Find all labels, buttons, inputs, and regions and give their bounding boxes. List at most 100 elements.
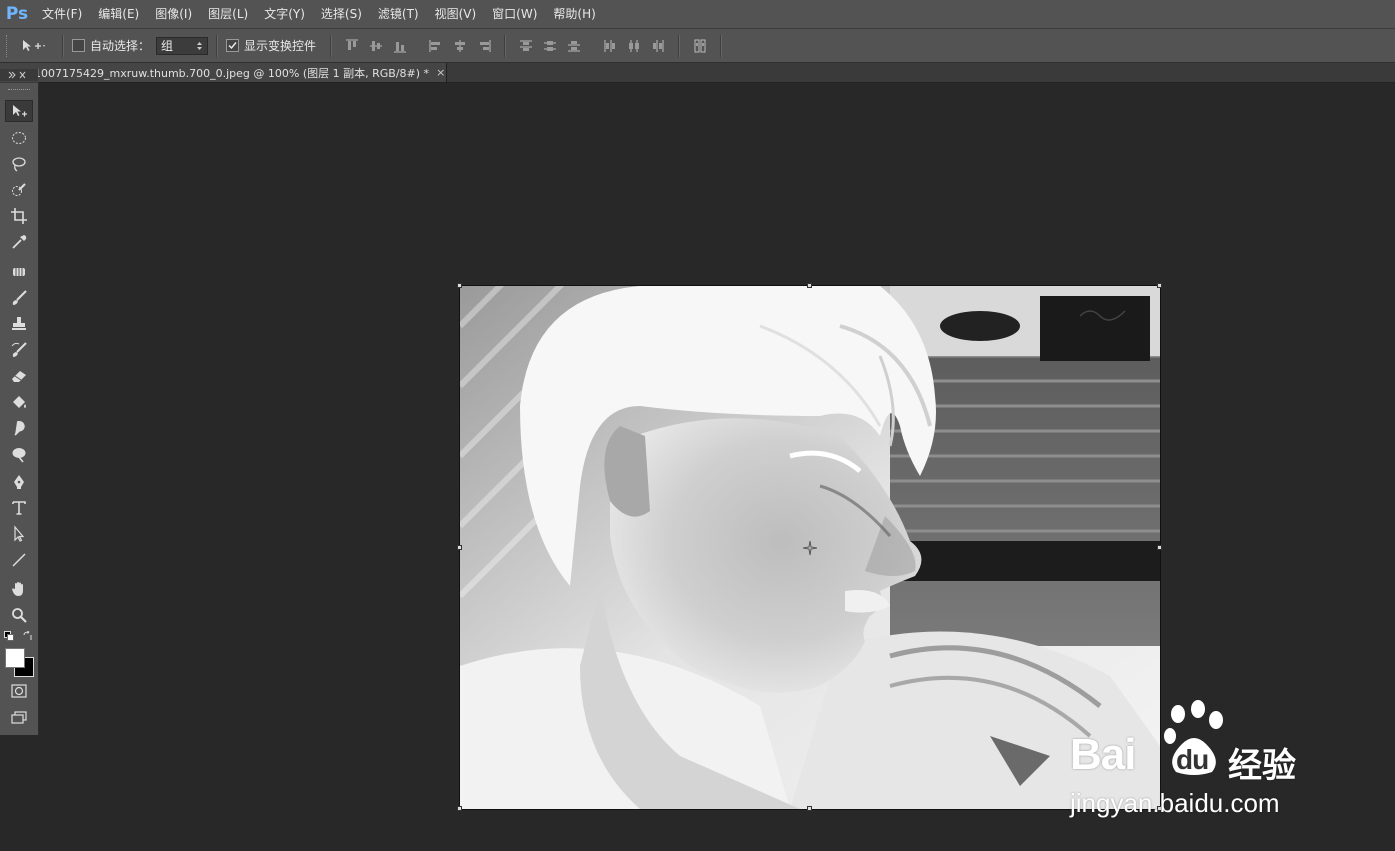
expand-panel-icon[interactable] — [8, 71, 26, 79]
menu-view[interactable]: 视图(V) — [427, 0, 485, 28]
options-bar-grip[interactable] — [6, 34, 10, 57]
paint-bucket-tool[interactable] — [5, 391, 33, 413]
zoom-icon — [12, 608, 27, 623]
toolbox-header[interactable] — [0, 69, 38, 81]
crop-icon — [11, 208, 27, 224]
menu-bar: Ps 文件(F) 编辑(E) 图像(I) 图层(L) 文字(Y) 选择(S) 滤… — [0, 0, 1395, 29]
align-top-icon[interactable] — [344, 38, 360, 54]
default-colors-icon[interactable] — [4, 631, 14, 641]
separator — [678, 34, 681, 57]
menu-select[interactable]: 选择(S) — [313, 0, 370, 28]
screen-mode-icon — [11, 711, 27, 724]
menu-image[interactable]: 图像(I) — [147, 0, 200, 28]
show-transform-label: 显示变换控件 — [244, 39, 317, 53]
distribute-top-icon[interactable] — [518, 38, 534, 54]
healing-brush-tool[interactable] — [5, 261, 33, 283]
move-tool[interactable] — [5, 100, 33, 122]
path-selection-tool[interactable] — [5, 523, 33, 545]
quick-selection-tool[interactable] — [5, 179, 33, 201]
crop-tool[interactable] — [5, 205, 33, 227]
brush-tool[interactable] — [5, 287, 33, 309]
history-brush-icon — [11, 342, 27, 357]
distribute-vertical-center-icon[interactable] — [542, 38, 558, 54]
transform-handle-top[interactable] — [807, 283, 812, 288]
quick-mask-button[interactable] — [5, 680, 33, 702]
transform-handle-bottom[interactable] — [807, 806, 812, 811]
history-brush-tool[interactable] — [5, 339, 33, 361]
show-transform-checkbox[interactable] — [226, 39, 240, 52]
type-tool[interactable] — [5, 497, 33, 519]
pen-tool[interactable] — [5, 471, 33, 493]
transform-handle-bottom-left[interactable] — [457, 806, 462, 811]
transform-center-icon[interactable] — [803, 541, 817, 555]
auto-align-layers-icon[interactable] — [692, 38, 708, 54]
brush-icon — [12, 290, 27, 305]
transform-handle-left[interactable] — [457, 545, 462, 550]
quick-selection-icon — [12, 183, 26, 196]
watermark-brand-bai: Bai — [1070, 730, 1136, 779]
photoshop-logo: Ps — [5, 4, 29, 24]
clone-stamp-icon — [12, 317, 26, 330]
auto-select-label: 自动选择： — [90, 39, 151, 53]
align-vertical-center-icon[interactable] — [368, 38, 384, 54]
type-icon — [12, 501, 26, 515]
blur-tool[interactable] — [5, 417, 33, 439]
align-right-icon[interactable] — [476, 38, 492, 54]
menu-layer[interactable]: 图层(L) — [200, 0, 256, 28]
checkmark-icon — [228, 42, 237, 50]
line-tool[interactable] — [5, 549, 33, 571]
foreground-color-swatch[interactable] — [5, 648, 25, 668]
separator — [62, 34, 64, 57]
transform-handle-top-right[interactable] — [1157, 283, 1162, 288]
eyedropper-icon — [12, 235, 27, 249]
menu-type[interactable]: 文字(Y) — [256, 0, 313, 28]
clone-stamp-tool[interactable] — [5, 313, 33, 335]
baidu-watermark: Bai du 经验 jingyan.baidu.com — [1070, 700, 1330, 830]
distribute-left-icon[interactable] — [602, 38, 618, 54]
watermark-url: jingyan.baidu.com — [1070, 788, 1280, 818]
dodge-icon — [12, 448, 26, 463]
dodge-tool[interactable] — [5, 443, 33, 465]
document-tab-title: 1007175429_mxruw.thumb.700_0.jpeg @ 100%… — [34, 66, 430, 80]
toolbox-grip[interactable] — [8, 89, 30, 92]
ellipse-marquee-icon — [12, 132, 26, 144]
menu-filter[interactable]: 滤镜(T) — [370, 0, 427, 28]
watermark-brand-du: du — [1176, 744, 1209, 775]
dropdown-arrows-icon — [197, 41, 203, 50]
toolbox — [0, 69, 39, 735]
auto-select-dropdown[interactable]: 组 — [156, 36, 209, 55]
marquee-tool[interactable] — [5, 127, 33, 149]
close-tab-icon[interactable]: × — [436, 66, 445, 79]
align-left-icon[interactable] — [428, 38, 444, 54]
eraser-tool[interactable] — [5, 365, 33, 387]
separator — [720, 34, 723, 57]
hand-tool[interactable] — [5, 578, 33, 600]
pen-icon — [14, 475, 24, 489]
paint-bucket-icon — [13, 396, 26, 408]
align-bottom-icon[interactable] — [392, 38, 408, 54]
swap-colors-icon[interactable] — [22, 631, 33, 642]
separator — [504, 34, 507, 57]
lasso-tool[interactable] — [5, 153, 33, 175]
auto-select-value: 组 — [161, 39, 174, 53]
hand-icon — [12, 582, 23, 596]
line-icon — [12, 553, 26, 567]
move-tool-preset-icon — [23, 39, 45, 51]
distribute-right-icon[interactable] — [650, 38, 666, 54]
align-horizontal-center-icon[interactable] — [452, 38, 468, 54]
menu-window[interactable]: 窗口(W) — [484, 0, 545, 28]
screen-mode-button[interactable] — [5, 707, 33, 729]
zoom-tool[interactable] — [5, 604, 33, 626]
distribute-horizontal-center-icon[interactable] — [626, 38, 642, 54]
tool-preset-picker[interactable] — [20, 38, 46, 54]
menu-help[interactable]: 帮助(H) — [545, 0, 603, 28]
document-tab[interactable]: 1007175429_mxruw.thumb.700_0.jpeg @ 100%… — [0, 63, 447, 82]
distribute-bottom-icon[interactable] — [566, 38, 582, 54]
transform-handle-right[interactable] — [1157, 545, 1162, 550]
auto-select-checkbox[interactable] — [72, 39, 85, 52]
eyedropper-tool[interactable] — [5, 231, 33, 253]
healing-brush-icon — [13, 268, 25, 276]
menu-edit[interactable]: 编辑(E) — [90, 0, 147, 28]
transform-handle-top-left[interactable] — [457, 283, 462, 288]
menu-file[interactable]: 文件(F) — [34, 0, 90, 28]
